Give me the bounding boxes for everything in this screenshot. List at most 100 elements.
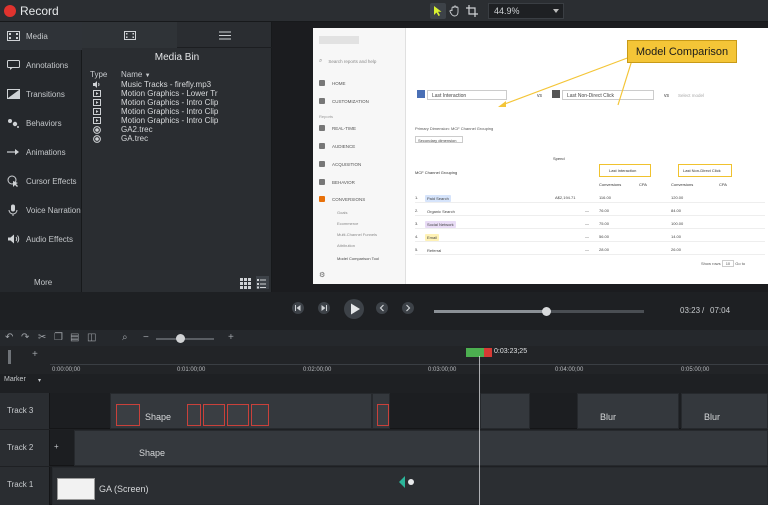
ga-nav-home[interactable]: HOME bbox=[319, 80, 346, 86]
zoom-search-icon[interactable]: ⌕ bbox=[122, 333, 128, 343]
list-view-icon[interactable] bbox=[256, 276, 269, 289]
track-header[interactable]: Track 2 bbox=[0, 430, 50, 466]
ga-nav-audience[interactable]: AUDIENCE bbox=[319, 143, 355, 149]
tool-cursor-effects[interactable]: Cursor Effects bbox=[0, 167, 82, 195]
track-3[interactable]: Track 3 Shape Blur Blur bbox=[0, 393, 768, 429]
timeline-zoom-handle[interactable] bbox=[176, 334, 185, 343]
play-icon[interactable] bbox=[344, 299, 364, 319]
copy-icon[interactable]: ❐ bbox=[54, 333, 63, 343]
redo-icon[interactable]: ↷ bbox=[21, 333, 29, 343]
undo-icon[interactable]: ↶ bbox=[5, 333, 13, 343]
ga-nav-acquisition[interactable]: ACQUISITION bbox=[319, 161, 361, 167]
ga-nav-realtime[interactable]: REAL-TIME bbox=[319, 125, 356, 131]
row-channel[interactable]: Referral bbox=[425, 247, 443, 254]
grid-view-icon[interactable] bbox=[240, 276, 253, 289]
timeline-clip[interactable] bbox=[372, 393, 390, 429]
shape-keyframe[interactable] bbox=[187, 404, 201, 426]
media-item[interactable]: Motion Graphics - Intro Clip bbox=[92, 98, 218, 107]
crop-icon[interactable] bbox=[464, 3, 480, 19]
timeline-clip[interactable]: Shape bbox=[110, 393, 372, 429]
tab-library[interactable] bbox=[177, 22, 272, 48]
select-model[interactable]: Select model bbox=[678, 93, 704, 98]
next-frame-icon[interactable] bbox=[318, 302, 330, 314]
timeline-clip[interactable]: Blur bbox=[681, 393, 768, 429]
track-header[interactable]: Track 3 bbox=[0, 393, 50, 429]
timeline-clip[interactable]: GA (Screen) bbox=[52, 467, 768, 505]
tool-behaviors[interactable]: Behaviors bbox=[0, 109, 82, 137]
ga-subnav-goals[interactable]: Goals bbox=[337, 210, 347, 215]
playhead-out-marker[interactable] bbox=[484, 348, 492, 357]
shape-keyframe[interactable] bbox=[203, 404, 225, 426]
tool-animations[interactable]: Animations bbox=[0, 138, 82, 166]
model-comparison-callout[interactable]: Model Comparison bbox=[627, 40, 737, 63]
shape-keyframe[interactable] bbox=[116, 404, 140, 426]
ga-nav-conversions[interactable]: CONVERSIONS bbox=[319, 196, 365, 202]
media-item[interactable]: Motion Graphics - Lower Tr bbox=[92, 89, 217, 98]
column-type[interactable]: Type bbox=[90, 70, 107, 79]
timeline-clip[interactable]: Blur bbox=[577, 393, 679, 429]
record-icon[interactable] bbox=[4, 5, 16, 17]
add-track-icon[interactable]: + bbox=[32, 350, 38, 360]
table-row[interactable]: 3. Social Network — 75.00 100.00 bbox=[415, 217, 765, 229]
row-channel[interactable]: Social Network bbox=[425, 221, 456, 228]
expand-icon[interactable]: + bbox=[54, 442, 59, 451]
media-item[interactable]: Motion Graphics - Intro Clip bbox=[92, 107, 218, 116]
ga-nav-behavior[interactable]: BEHAVIOR bbox=[319, 179, 355, 185]
media-item[interactable]: Motion Graphics - Intro Clip bbox=[92, 116, 218, 125]
scrubber-handle[interactable] bbox=[542, 307, 551, 316]
more-button[interactable]: More bbox=[34, 278, 52, 287]
shape-keyframe[interactable] bbox=[251, 404, 269, 426]
previous-frame-icon[interactable] bbox=[292, 302, 304, 314]
tool-audio-effects[interactable]: Audio Effects bbox=[0, 225, 82, 253]
tool-annotations[interactable]: Annotations bbox=[0, 51, 82, 79]
track-1[interactable]: Track 1 GA (Screen) bbox=[0, 467, 768, 505]
select-tool-icon[interactable] bbox=[430, 3, 446, 19]
shape-keyframe[interactable] bbox=[377, 404, 389, 426]
playback-scrubber[interactable] bbox=[434, 307, 644, 316]
chevron-down-icon[interactable]: ▾ bbox=[38, 377, 41, 384]
tool-voice-narration[interactable]: Voice Narration bbox=[0, 196, 82, 224]
timeline-zoom-slider[interactable] bbox=[156, 338, 214, 340]
media-item[interactable]: GA2.trec bbox=[92, 125, 153, 134]
row-channel[interactable]: Email bbox=[425, 234, 440, 241]
track-2[interactable]: Track 2 + Shape bbox=[0, 430, 768, 466]
table-row[interactable]: 4. Email — 56.00 14.00 bbox=[415, 230, 765, 242]
row-channel[interactable]: Organic Search bbox=[425, 208, 457, 215]
paste-icon[interactable]: ▤ bbox=[70, 333, 79, 343]
table-row[interactable]: 2. Organic Search — 76.00 84.00 bbox=[415, 204, 765, 216]
ga-nav-customization[interactable]: CUSTOMIZATION bbox=[319, 98, 369, 104]
timeline-clip[interactable]: Shape bbox=[74, 430, 768, 466]
media-item[interactable]: GA.trec bbox=[92, 134, 148, 143]
keyframe-marker-icon[interactable] bbox=[399, 476, 419, 488]
tab-media-bin[interactable] bbox=[82, 22, 177, 48]
cut-icon[interactable]: ✂ bbox=[38, 333, 46, 343]
split-icon[interactable]: ◫ bbox=[87, 333, 96, 343]
ga-subnav-ecommerce[interactable]: Ecommerce bbox=[337, 221, 358, 226]
record-button[interactable]: Record bbox=[20, 4, 59, 18]
timeline-ruler[interactable]: + 0:00:00;00 0:01:00;00 0:02:00;00 0:03:… bbox=[0, 346, 768, 374]
table-row[interactable]: 1. Paid Search A$2,194.71 116.00 120.00 bbox=[415, 191, 765, 203]
gear-icon[interactable]: ⚙ bbox=[319, 271, 325, 279]
pan-hand-icon[interactable] bbox=[447, 3, 463, 19]
zoom-out-icon[interactable]: − bbox=[143, 333, 149, 343]
table-row[interactable]: 5. Referral — 28.00 26.00 bbox=[415, 243, 765, 255]
ga-subnav-model-comparison[interactable]: Model Comparison Tool bbox=[337, 256, 379, 261]
track-height-icon[interactable] bbox=[8, 350, 11, 364]
column-name[interactable]: Name ▼ bbox=[121, 70, 151, 79]
zoom-in-icon[interactable]: + bbox=[228, 333, 234, 343]
zoom-dropdown[interactable]: 44.9% bbox=[488, 3, 564, 19]
next-clip-icon[interactable] bbox=[402, 302, 414, 314]
row-channel[interactable]: Paid Search bbox=[425, 195, 451, 202]
ga-search[interactable]: ⌕ Search reports and help bbox=[319, 58, 376, 65]
tool-transitions[interactable]: Transitions bbox=[0, 80, 82, 108]
ga-subnav-mcf[interactable]: Multi-Channel Funnels bbox=[337, 232, 377, 237]
track-header[interactable]: Track 1 bbox=[0, 467, 50, 505]
secondary-dimension-select[interactable]: Secondary dimension bbox=[415, 136, 463, 143]
rows-select[interactable]: 10 bbox=[721, 260, 735, 267]
previous-clip-icon[interactable] bbox=[376, 302, 388, 314]
media-item[interactable]: Music Tracks - firefly.mp3 bbox=[92, 80, 211, 89]
tool-media[interactable]: Media bbox=[0, 22, 82, 50]
shape-keyframe[interactable] bbox=[227, 404, 249, 426]
timeline-clip[interactable] bbox=[480, 393, 530, 429]
ga-subnav-attribution[interactable]: Attribution bbox=[337, 243, 355, 248]
